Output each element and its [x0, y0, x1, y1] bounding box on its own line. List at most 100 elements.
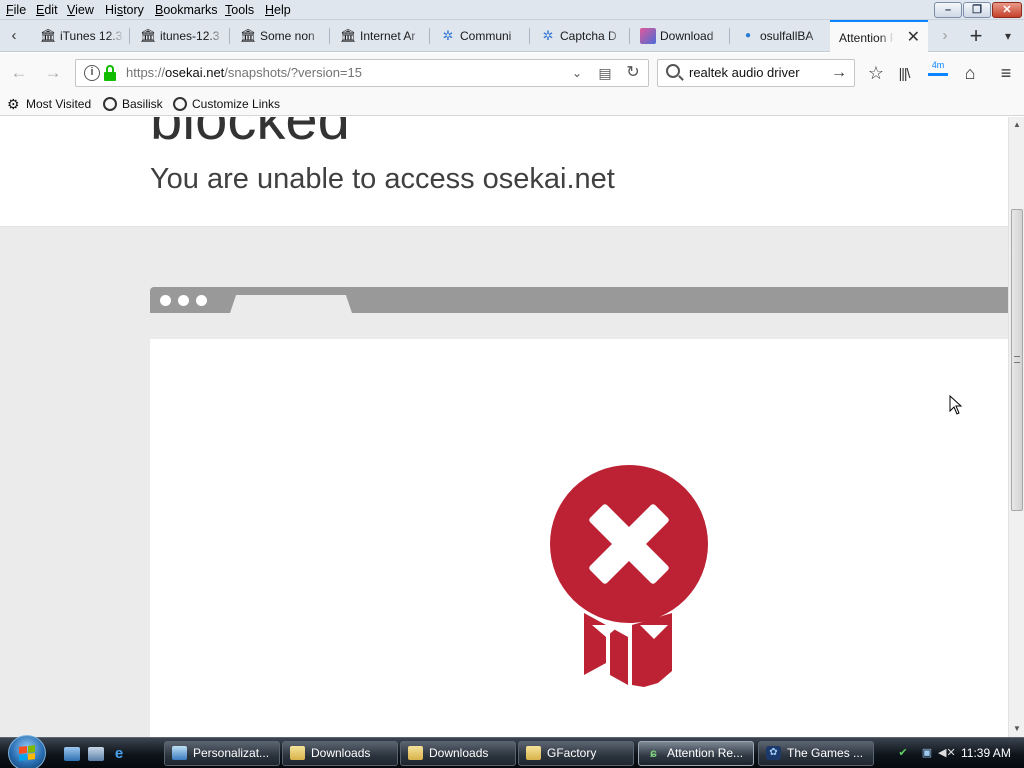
bookmarks-toolbar: ⚙ Most Visited Basilisk Customize Links	[0, 92, 1024, 116]
illustration-tab	[230, 295, 352, 313]
scroll-up-arrow-icon[interactable]: ▲	[1009, 117, 1024, 133]
taskbar-downloads-1[interactable]: Downloads	[282, 741, 398, 766]
tab-download[interactable]: Download	[630, 20, 730, 52]
taskbar-gfactory[interactable]: GFactory	[518, 741, 634, 766]
scroll-down-arrow-icon[interactable]: ▼	[1009, 721, 1024, 737]
tab-some-non[interactable]: 🏛 Some non	[230, 20, 330, 52]
download-icon	[640, 28, 656, 44]
tab-internet-archive[interactable]: 🏛 Internet Ar	[330, 20, 430, 52]
tab-osulfall[interactable]: ● osulfallBA	[730, 20, 830, 52]
search-bar[interactable]: realtek audio driver →	[657, 59, 855, 87]
extension-badge-icon[interactable]: 4m	[926, 60, 950, 85]
archive-icon: 🏛	[140, 28, 157, 43]
folder-icon	[290, 746, 305, 760]
tab-list-chevron-icon[interactable]: ▾	[996, 20, 1020, 52]
bookmark-customize-links[interactable]: Customize Links	[173, 92, 280, 116]
monitor-icon	[172, 746, 187, 760]
home-icon[interactable]: ⌂	[958, 61, 982, 85]
tab-strip: ‹ 🏛 iTunes 12.3 🏛 itunes-12.3 🏛 Some non…	[0, 20, 1024, 53]
illustration-dot	[178, 295, 189, 306]
search-input[interactable]: realtek audio driver	[689, 60, 824, 86]
tab-label: Download	[660, 29, 714, 43]
taskbar-personalization[interactable]: Personalizat...	[164, 741, 280, 766]
system-clock[interactable]: 11:39 AM	[961, 738, 1011, 768]
browser-icon: ɕ	[650, 746, 657, 760]
switch-windows-icon[interactable]	[88, 747, 104, 761]
volume-muted-icon[interactable]: ◀✕	[938, 746, 956, 760]
address-bar[interactable]: i https://osekai.net/snapshots/?version=…	[75, 59, 649, 87]
archive-icon: 🏛	[40, 28, 57, 43]
windows-logo-icon	[19, 745, 35, 761]
lock-icon[interactable]	[103, 65, 117, 81]
taskbar-the-games[interactable]: ✿ The Games ...	[758, 741, 874, 766]
windows-taskbar: e Personalizat... Downloads Downloads GF…	[0, 735, 1024, 768]
illustration-dot	[160, 295, 171, 306]
chevron-down-icon[interactable]: ⌄	[566, 60, 588, 86]
page-content: blocked You are unable to access osekai.…	[0, 117, 1008, 737]
page-heading: blocked	[150, 117, 350, 152]
page-scrollbar[interactable]: ▲ ▼	[1008, 117, 1024, 737]
star-bookmark-icon[interactable]: ☆	[864, 61, 888, 85]
taskbar-attention-browser[interactable]: ɕ Attention Re...	[638, 741, 754, 766]
new-tab-button[interactable]: +	[962, 20, 990, 52]
restore-button[interactable]: ❐	[963, 2, 991, 18]
tab-scroll-right-button[interactable]: ›	[934, 20, 956, 52]
minimize-button[interactable]: –	[934, 2, 962, 18]
tab-label: Some non	[260, 29, 315, 43]
menu-tools[interactable]: Tools	[223, 0, 256, 20]
back-button[interactable]: ←	[6, 61, 32, 85]
gear-icon: ⚙	[7, 96, 20, 112]
menu-view[interactable]: View	[65, 0, 96, 20]
browser-illustration-toolbar	[150, 287, 1008, 313]
menu-bookmarks[interactable]: Bookmarks	[153, 0, 220, 20]
tab-label: Attention R	[839, 31, 894, 45]
bookmark-basilisk[interactable]: Basilisk	[103, 92, 163, 116]
folder-icon	[526, 746, 541, 760]
tab-community[interactable]: ✲ Communi	[430, 20, 530, 52]
start-button[interactable]	[8, 735, 46, 768]
menu-bar: File Edit View History Bookmarks Tools H…	[0, 0, 1024, 20]
info-icon[interactable]: i	[84, 65, 100, 81]
tab-scroll-left-button[interactable]: ‹	[2, 20, 26, 52]
forward-button[interactable]: →	[40, 61, 66, 85]
folder-icon	[408, 746, 423, 760]
menu-file[interactable]: File	[4, 0, 28, 20]
library-icon[interactable]: |||\	[892, 61, 916, 85]
tab-label: itunes-12.3	[160, 29, 220, 43]
dot-icon: ●	[744, 30, 752, 41]
tab-captcha[interactable]: ✲ Captcha D	[530, 20, 630, 52]
tab-attention-active[interactable]: Attention R ✕	[830, 20, 928, 53]
internet-explorer-icon[interactable]: e	[111, 746, 127, 761]
safely-remove-icon[interactable]: ✔	[896, 746, 910, 760]
scrollbar-thumb[interactable]	[1011, 209, 1023, 511]
tab-label: Captcha D	[560, 29, 617, 43]
network-icon[interactable]: ▣	[920, 746, 934, 760]
reader-view-icon[interactable]: ▤	[594, 60, 616, 86]
page-subheading: You are unable to access osekai.net	[150, 163, 615, 195]
close-tab-icon[interactable]: ✕	[907, 22, 920, 53]
menu-help[interactable]: Help	[263, 0, 293, 20]
game-icon: ✿	[766, 746, 781, 760]
menu-history[interactable]: History	[103, 0, 146, 20]
search-go-arrow-icon[interactable]: →	[828, 60, 850, 86]
browser-illustration-window	[150, 339, 1008, 737]
globe-icon	[173, 97, 187, 111]
close-window-button[interactable]: ✕	[992, 2, 1022, 18]
menu-edit[interactable]: Edit	[34, 0, 60, 20]
reload-icon[interactable]: ↻	[622, 60, 644, 86]
tab-itunes-123[interactable]: 🏛 iTunes 12.3	[30, 20, 130, 52]
url-text[interactable]: https://osekai.net/snapshots/?version=15	[126, 60, 362, 86]
taskbar-downloads-2[interactable]: Downloads	[400, 741, 516, 766]
hamburger-menu-icon[interactable]: ≡	[994, 61, 1018, 85]
tab-label: iTunes 12.3	[60, 29, 123, 43]
tab-label: osulfallBA	[760, 29, 814, 43]
bookmark-most-visited[interactable]: ⚙ Most Visited	[7, 92, 91, 116]
tab-label: Internet Ar	[360, 29, 416, 43]
navigation-toolbar: ← → i https://osekai.net/snapshots/?vers…	[0, 53, 1024, 92]
puzzle-icon: ✲	[442, 28, 454, 43]
globe-icon	[103, 97, 117, 111]
show-desktop-icon[interactable]	[64, 747, 80, 761]
mouse-cursor-icon	[949, 395, 963, 415]
tab-itunes-123-alt[interactable]: 🏛 itunes-12.3	[130, 20, 230, 52]
puzzle-icon: ✲	[542, 28, 554, 43]
